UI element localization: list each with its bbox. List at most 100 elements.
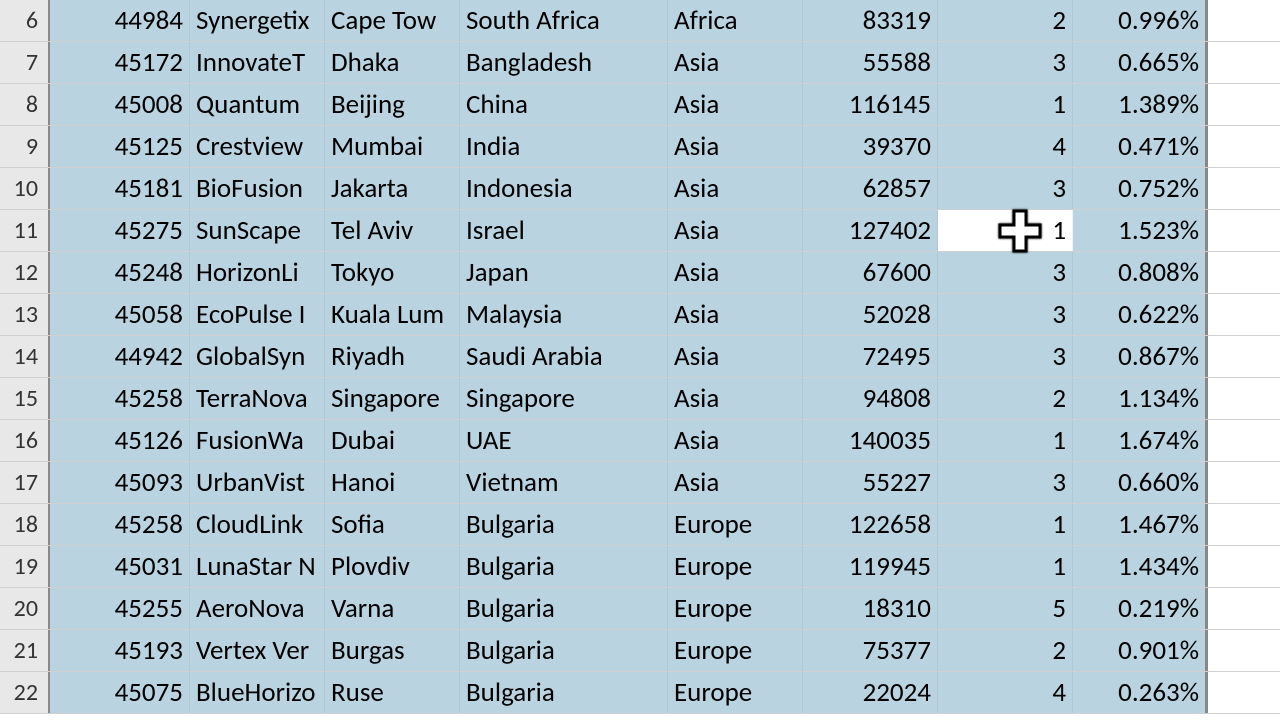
- cell[interactable]: Singapore: [325, 378, 460, 419]
- cell[interactable]: Burgas: [325, 630, 460, 671]
- cell[interactable]: SunScape: [190, 210, 325, 251]
- cell[interactable]: 45193: [50, 630, 190, 671]
- cell[interactable]: Asia: [668, 336, 803, 377]
- cell[interactable]: Europe: [668, 504, 803, 545]
- cell[interactable]: 0.901%: [1073, 630, 1208, 671]
- cell[interactable]: UrbanVist: [190, 462, 325, 503]
- cell[interactable]: EcoPulse I: [190, 294, 325, 335]
- row-header[interactable]: 12: [0, 252, 50, 293]
- cell[interactable]: 4: [938, 672, 1073, 713]
- spreadsheet-grid[interactable]: 644984SynergetixCape TowSouth AfricaAfri…: [0, 0, 1280, 720]
- cell[interactable]: Japan: [460, 252, 668, 293]
- cell[interactable]: 45125: [50, 126, 190, 167]
- cell[interactable]: 45275: [50, 210, 190, 251]
- cell[interactable]: Tokyo: [325, 252, 460, 293]
- cell[interactable]: Europe: [668, 630, 803, 671]
- cell[interactable]: 55588: [803, 42, 938, 83]
- cell[interactable]: 0.219%: [1073, 588, 1208, 629]
- cell[interactable]: 4: [938, 126, 1073, 167]
- row-header[interactable]: 10: [0, 168, 50, 209]
- cell[interactable]: 45248: [50, 252, 190, 293]
- cell[interactable]: 45031: [50, 546, 190, 587]
- table-row[interactable]: 1645126FusionWaDubaiUAEAsia14003511.674%: [0, 420, 1280, 462]
- cell[interactable]: 127402: [803, 210, 938, 251]
- cell[interactable]: 83319: [803, 0, 938, 41]
- cell[interactable]: Riyadh: [325, 336, 460, 377]
- cell[interactable]: Bulgaria: [460, 504, 668, 545]
- cell[interactable]: Beijing: [325, 84, 460, 125]
- cell[interactable]: Varna: [325, 588, 460, 629]
- cell[interactable]: UAE: [460, 420, 668, 461]
- cell[interactable]: Ruse: [325, 672, 460, 713]
- cell[interactable]: Kuala Lum: [325, 294, 460, 335]
- cell[interactable]: Asia: [668, 462, 803, 503]
- cell[interactable]: 3: [938, 168, 1073, 209]
- row-header[interactable]: 19: [0, 546, 50, 587]
- cell[interactable]: 45008: [50, 84, 190, 125]
- cell[interactable]: 3: [938, 252, 1073, 293]
- cell[interactable]: Europe: [668, 546, 803, 587]
- cell[interactable]: Sofia: [325, 504, 460, 545]
- cell[interactable]: 3: [938, 336, 1073, 377]
- cell[interactable]: Dubai: [325, 420, 460, 461]
- cell[interactable]: Synergetix: [190, 0, 325, 41]
- cell[interactable]: 52028: [803, 294, 938, 335]
- row-header[interactable]: 6: [0, 0, 50, 41]
- cell[interactable]: 140035: [803, 420, 938, 461]
- cell[interactable]: Vietnam: [460, 462, 668, 503]
- cell[interactable]: 44942: [50, 336, 190, 377]
- row-header[interactable]: 13: [0, 294, 50, 335]
- cell[interactable]: Asia: [668, 84, 803, 125]
- cell[interactable]: Cape Tow: [325, 0, 460, 41]
- cell[interactable]: Indonesia: [460, 168, 668, 209]
- cell[interactable]: HorizonLi: [190, 252, 325, 293]
- row-header[interactable]: 18: [0, 504, 50, 545]
- row-header[interactable]: 22: [0, 672, 50, 713]
- table-row[interactable]: 745172InnovateTDhakaBangladeshAsia555883…: [0, 42, 1280, 84]
- cell[interactable]: InnovateT: [190, 42, 325, 83]
- cell[interactable]: 45126: [50, 420, 190, 461]
- table-row[interactable]: 1045181BioFusionJakartaIndonesiaAsia6285…: [0, 168, 1280, 210]
- table-row[interactable]: 1245248HorizonLiTokyoJapanAsia6760030.80…: [0, 252, 1280, 294]
- cell[interactable]: BlueHorizo: [190, 672, 325, 713]
- cell[interactable]: 45075: [50, 672, 190, 713]
- cell[interactable]: 44984: [50, 0, 190, 41]
- cell[interactable]: AeroNova: [190, 588, 325, 629]
- cell[interactable]: Asia: [668, 378, 803, 419]
- cell[interactable]: 116145: [803, 84, 938, 125]
- cell[interactable]: Bulgaria: [460, 546, 668, 587]
- cell[interactable]: 0.622%: [1073, 294, 1208, 335]
- table-row[interactable]: 1945031LunaStar NPlovdivBulgariaEurope11…: [0, 546, 1280, 588]
- cell[interactable]: 2: [938, 630, 1073, 671]
- row-header[interactable]: 9: [0, 126, 50, 167]
- cell[interactable]: 62857: [803, 168, 938, 209]
- cell[interactable]: 1.674%: [1073, 420, 1208, 461]
- cell[interactable]: 1.389%: [1073, 84, 1208, 125]
- cell[interactable]: 45255: [50, 588, 190, 629]
- cell[interactable]: 0.665%: [1073, 42, 1208, 83]
- cell[interactable]: 45181: [50, 168, 190, 209]
- cell[interactable]: Bulgaria: [460, 630, 668, 671]
- row-header[interactable]: 14: [0, 336, 50, 377]
- cell[interactable]: South Africa: [460, 0, 668, 41]
- cell[interactable]: 0.263%: [1073, 672, 1208, 713]
- row-header[interactable]: 16: [0, 420, 50, 461]
- cell[interactable]: 119945: [803, 546, 938, 587]
- row-header[interactable]: 21: [0, 630, 50, 671]
- cell[interactable]: 75377: [803, 630, 938, 671]
- cell[interactable]: 1.523%: [1073, 210, 1208, 251]
- row-header[interactable]: 15: [0, 378, 50, 419]
- cell[interactable]: 45093: [50, 462, 190, 503]
- cell[interactable]: China: [460, 84, 668, 125]
- cell[interactable]: GlobalSyn: [190, 336, 325, 377]
- cell[interactable]: Asia: [668, 126, 803, 167]
- cell[interactable]: 122658: [803, 504, 938, 545]
- cell[interactable]: CloudLink: [190, 504, 325, 545]
- table-row[interactable]: 945125CrestviewMumbaiIndiaAsia3937040.47…: [0, 126, 1280, 168]
- table-row[interactable]: 1345058EcoPulse IKuala LumMalaysiaAsia52…: [0, 294, 1280, 336]
- row-header[interactable]: 8: [0, 84, 50, 125]
- cell[interactable]: Malaysia: [460, 294, 668, 335]
- cell[interactable]: Tel Aviv: [325, 210, 460, 251]
- table-row[interactable]: 2245075BlueHorizoRuseBulgariaEurope22024…: [0, 672, 1280, 714]
- cell[interactable]: LunaStar N: [190, 546, 325, 587]
